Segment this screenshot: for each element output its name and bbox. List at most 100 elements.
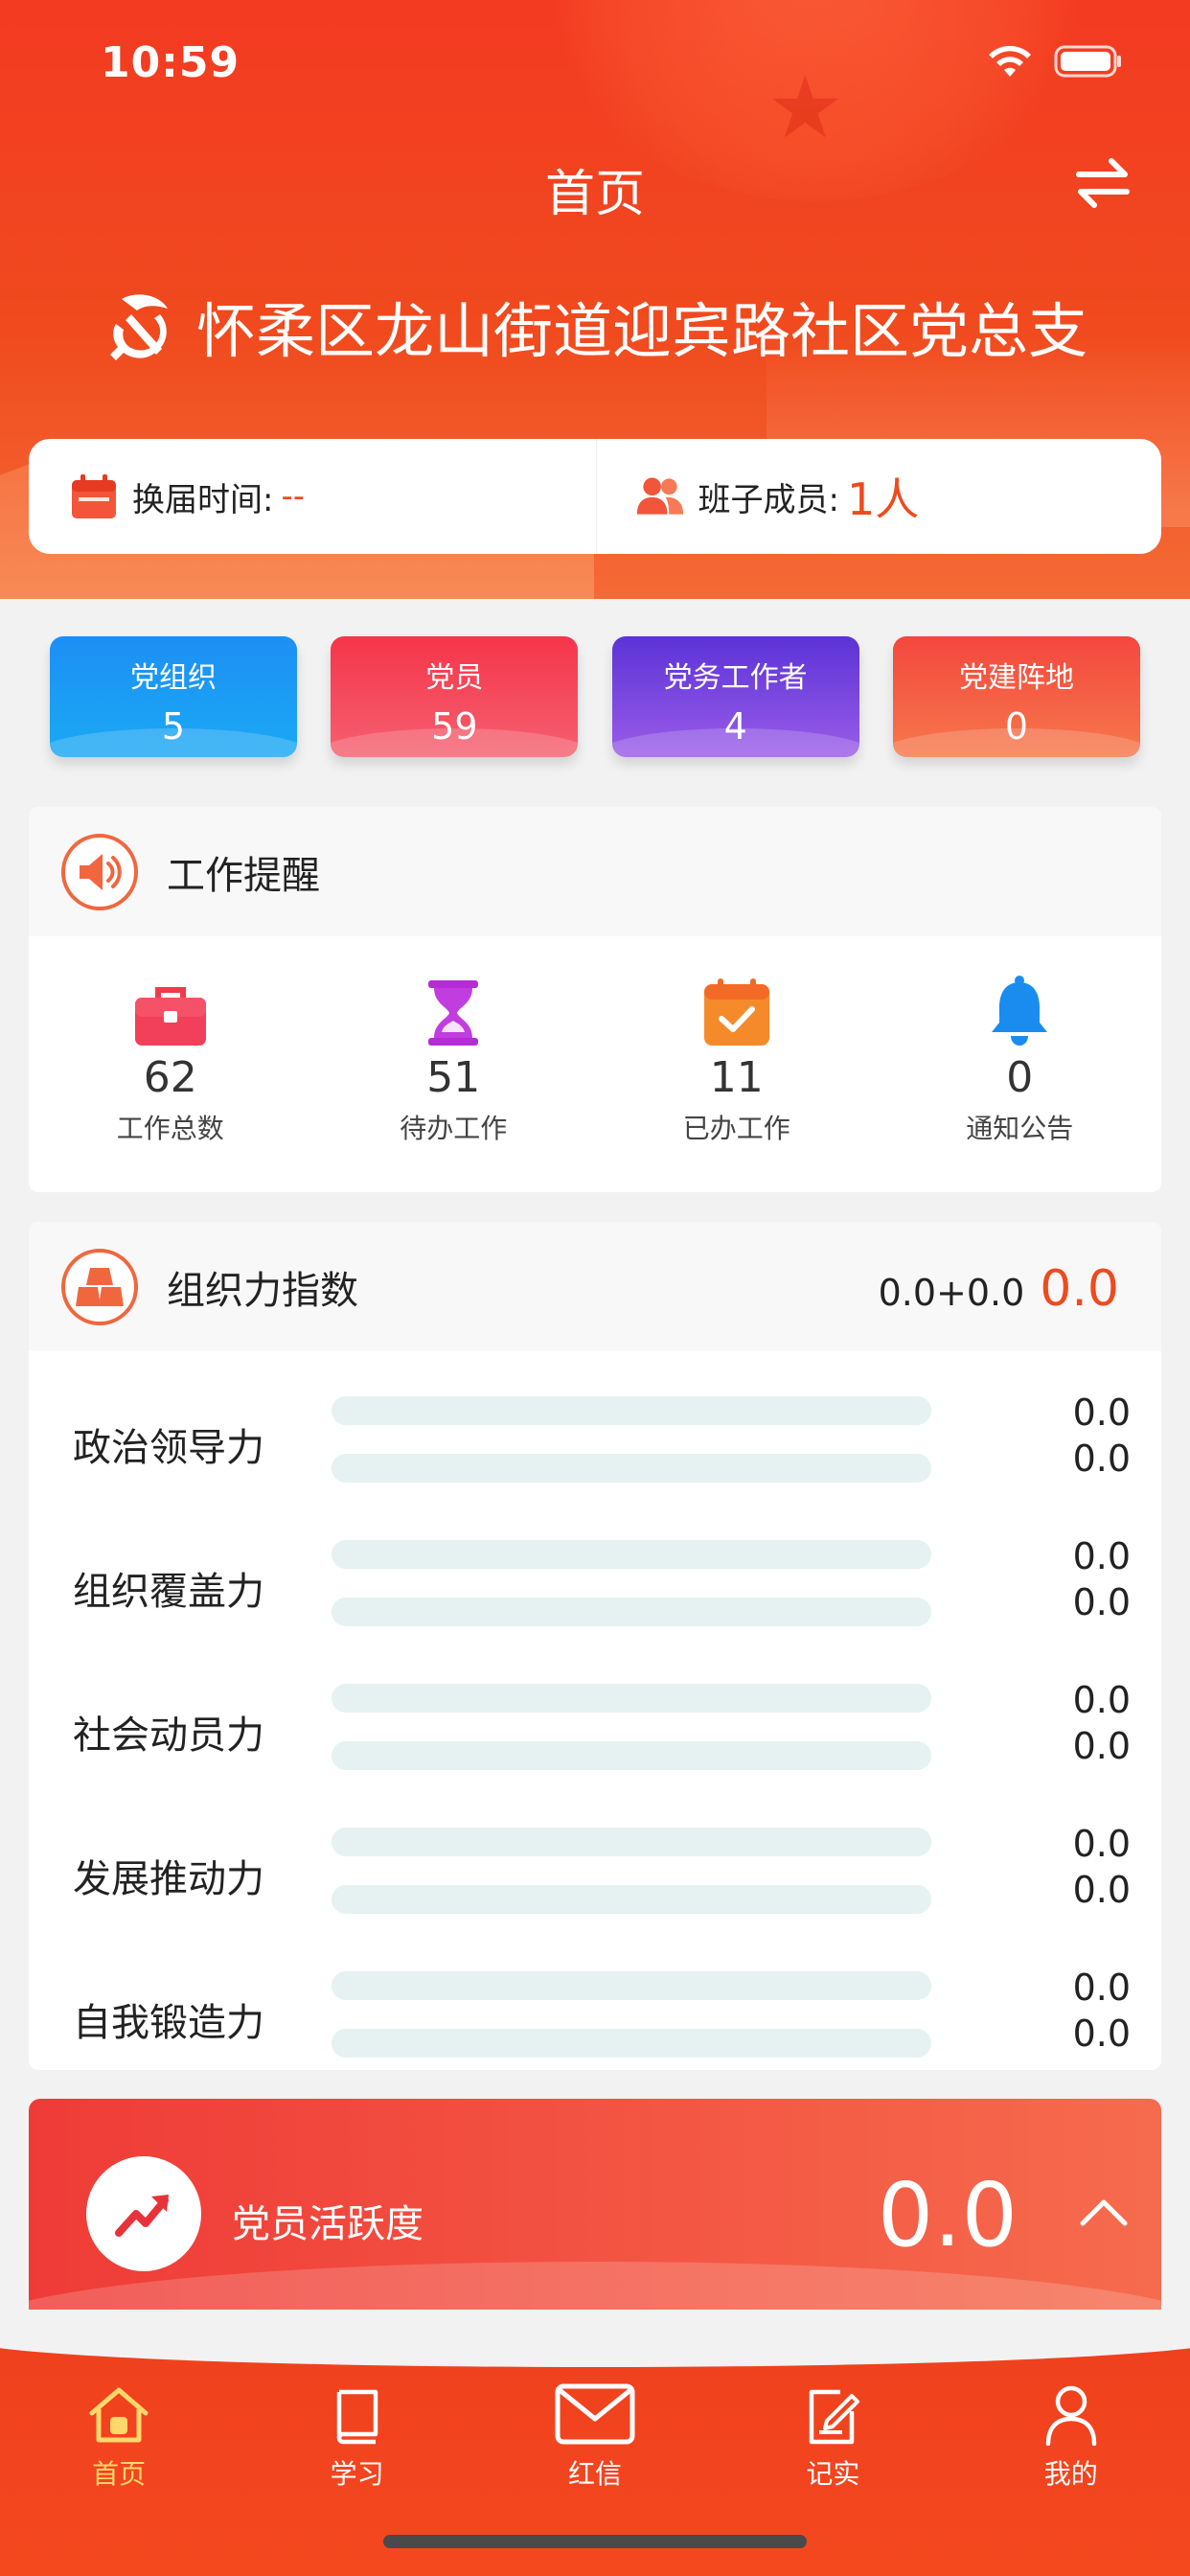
index-bar-2 xyxy=(332,1741,931,1770)
index-bar-2 xyxy=(332,2029,931,2058)
tile-party-organizations[interactable]: 党组织 5 xyxy=(50,636,297,757)
index-row-self-forging: 自我锻造力 0.0 0.0 xyxy=(29,1947,1161,2070)
org-power-total: 0.0+0.0 0.0 xyxy=(879,1260,1119,1318)
page-title: 首页 xyxy=(544,166,645,223)
term-value: -- xyxy=(281,477,306,516)
reminder-count: 51 xyxy=(426,1053,481,1102)
work-reminder-title: 工作提醒 xyxy=(167,853,320,898)
tab-label: 记实 xyxy=(806,2458,860,2490)
index-value-1: 0.0 xyxy=(1072,1966,1131,2009)
index-values: 0.0 0.0 xyxy=(1073,1965,1131,2057)
organization-title: 怀柔区龙山街道迎宾路社区党总支 xyxy=(0,283,1190,369)
gold-bars-icon xyxy=(61,1248,138,1325)
tile-label: 党员 xyxy=(425,661,484,695)
mail-icon xyxy=(555,2383,635,2445)
user-icon xyxy=(1045,2385,1096,2446)
tab-label: 学习 xyxy=(330,2458,384,2490)
index-value-1: 0.0 xyxy=(1072,1392,1131,1434)
org-power-score: 0.0 xyxy=(1040,1260,1119,1318)
tab-home[interactable]: 首页 xyxy=(23,2377,215,2492)
index-values: 0.0 0.0 xyxy=(1073,1390,1131,1482)
members-info[interactable]: 班子成员: 1人 xyxy=(595,439,1162,554)
calendar-icon xyxy=(72,474,116,518)
member-activity-card[interactable]: 党员活跃度 0.0 xyxy=(29,2099,1161,2329)
briefcase-icon xyxy=(134,987,206,1046)
status-bar: 10:59 xyxy=(0,0,1190,125)
index-bar-1 xyxy=(332,1828,931,1856)
reminder-completed-work[interactable]: 11 已办工作 xyxy=(627,971,847,1146)
index-value-2: 0.0 xyxy=(1072,1725,1131,1767)
tab-profile[interactable]: 我的 xyxy=(975,2377,1167,2492)
reminder-count: 11 xyxy=(709,1053,764,1102)
battery-icon xyxy=(1054,44,1123,79)
activity-label: 党员活跃度 xyxy=(232,2202,423,2246)
term-info: 换届时间: -- xyxy=(29,439,596,554)
index-bars xyxy=(332,1396,931,1483)
tile-party-positions[interactable]: 党建阵地 0 xyxy=(892,636,1140,757)
index-value-1: 0.0 xyxy=(1072,1823,1131,1865)
tile-value: 4 xyxy=(723,705,747,748)
index-label: 发展推动力 xyxy=(73,1857,264,1901)
tile-party-members[interactable]: 党员 59 xyxy=(331,636,579,757)
org-power-index-title: 组织力指数 xyxy=(167,1268,358,1313)
tab-label: 红信 xyxy=(567,2458,622,2490)
org-power-formula: 0.0+0.0 xyxy=(878,1272,1025,1314)
index-bar-1 xyxy=(332,1540,931,1569)
organization-name: 怀柔区龙山街道迎宾路社区党总支 xyxy=(195,296,1087,366)
index-values: 0.0 0.0 xyxy=(1073,1677,1131,1769)
tile-label: 党组织 xyxy=(130,661,217,695)
index-bar-2 xyxy=(332,1885,931,1914)
index-values: 0.0 0.0 xyxy=(1073,1533,1131,1625)
reminder-pending-work[interactable]: 51 待办工作 xyxy=(343,971,563,1146)
index-value-2: 0.0 xyxy=(1072,1581,1131,1623)
index-bars xyxy=(332,1828,931,1914)
index-label: 政治领导力 xyxy=(73,1426,264,1470)
reminder-notices[interactable]: 0 通知公告 xyxy=(909,971,1130,1146)
hourglass-icon xyxy=(428,980,479,1046)
index-row-political-leadership: 政治领导力 0.0 0.0 xyxy=(29,1372,1161,1516)
index-value-1: 0.0 xyxy=(1072,1535,1131,1577)
reminder-label: 工作总数 xyxy=(116,1113,224,1144)
tab-label: 首页 xyxy=(92,2458,147,2490)
index-label: 组织覆盖力 xyxy=(73,1570,264,1614)
switch-org-icon[interactable] xyxy=(1071,151,1134,215)
work-reminder-grid: 62 工作总数 51 待办工作 11 已办工作 0 通知公告 xyxy=(29,936,1161,1146)
tile-value: 5 xyxy=(161,705,186,748)
tile-party-workers[interactable]: 党务工作者 4 xyxy=(611,636,859,757)
work-reminder-header: 工作提醒 xyxy=(29,807,1161,936)
term-label: 换届时间: xyxy=(132,480,274,519)
header-banner: ★ 10:59 首页 怀柔区龙山街道迎宾路社区党总支 换届时间: -- 班子成员… xyxy=(0,0,1190,599)
index-bars xyxy=(332,1540,931,1626)
index-value-2: 0.0 xyxy=(1072,1438,1131,1480)
tab-red-mail[interactable]: 红信 xyxy=(499,2377,691,2492)
index-bars xyxy=(332,1971,931,2058)
index-bar-1 xyxy=(332,1684,931,1713)
reminder-count: 62 xyxy=(143,1053,197,1102)
tab-study[interactable]: 学习 xyxy=(262,2377,453,2492)
members-value: 1人 xyxy=(846,473,920,525)
index-bars xyxy=(332,1684,931,1770)
tab-record[interactable]: 记实 xyxy=(737,2377,928,2492)
book-icon xyxy=(336,2389,378,2445)
index-row-social-mobilization: 社会动员力 0.0 0.0 xyxy=(29,1660,1161,1804)
speaker-icon xyxy=(61,833,138,910)
org-info-card: 换届时间: -- 班子成员: 1人 xyxy=(29,439,1161,554)
chevron-up-icon[interactable] xyxy=(1075,2185,1133,2242)
index-row-development-drive: 发展推动力 0.0 0.0 xyxy=(29,1804,1161,1947)
reminder-label: 待办工作 xyxy=(400,1113,508,1144)
index-bar-2 xyxy=(332,1598,931,1626)
edit-note-icon xyxy=(810,2389,860,2445)
bell-icon xyxy=(992,976,1048,1046)
home-indicator[interactable] xyxy=(383,2535,807,2548)
index-label: 社会动员力 xyxy=(73,1714,264,1758)
index-bar-2 xyxy=(332,1454,931,1483)
reminder-total-work[interactable]: 62 工作总数 xyxy=(60,971,281,1146)
home-icon xyxy=(89,2387,149,2443)
stat-tiles: 党组织 5 党员 59 党务工作者 4 党建阵地 0 xyxy=(50,636,1140,757)
status-icons xyxy=(987,44,1123,79)
tile-label: 党建阵地 xyxy=(958,661,1074,695)
tile-value: 59 xyxy=(431,705,478,748)
index-row-org-coverage: 组织覆盖力 0.0 0.0 xyxy=(29,1516,1161,1660)
tile-value: 0 xyxy=(1004,705,1029,748)
reminder-label: 已办工作 xyxy=(682,1113,790,1144)
